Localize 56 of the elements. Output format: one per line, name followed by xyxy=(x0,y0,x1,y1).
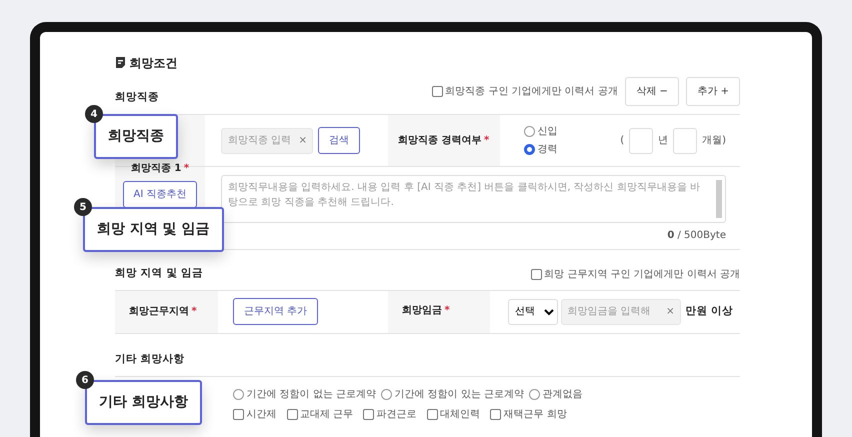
radio-button[interactable] xyxy=(524,126,535,138)
required-mark: * xyxy=(192,305,197,320)
field-label: 희망직종 경력여부 xyxy=(398,134,482,148)
checkbox-label: 대체인력 xyxy=(440,408,480,422)
section-heading: 희망직종 xyxy=(115,90,159,106)
checkbox-label: 파견근로 xyxy=(376,408,417,422)
years-field[interactable] xyxy=(629,128,654,154)
wage-select[interactable]: 선택 xyxy=(508,298,558,325)
required-mark: * xyxy=(444,304,450,318)
checkbox[interactable] xyxy=(286,408,298,420)
section-heading: 희망 지역 및 임금 xyxy=(115,266,203,281)
checkbox[interactable] xyxy=(490,408,502,420)
field-label: 희망근무지역 xyxy=(129,305,189,320)
radio-button[interactable] xyxy=(233,388,244,400)
checkbox[interactable] xyxy=(432,86,443,97)
checkbox[interactable] xyxy=(233,408,244,420)
radio-label: 신입 xyxy=(538,125,558,140)
byte-counter: 0 / 500Byte xyxy=(666,229,726,243)
checkbox-label: 재택근무 희망 xyxy=(504,408,567,422)
step-badge: 4 xyxy=(85,105,103,123)
radio-button[interactable] xyxy=(529,388,540,400)
field-label: 희망직종 1 xyxy=(130,162,182,176)
checkbox[interactable] xyxy=(530,268,542,280)
radio-button[interactable] xyxy=(524,144,535,155)
step-badge: 5 xyxy=(74,198,92,216)
ai-recommend-button[interactable]: AI 직종추천 xyxy=(122,181,198,208)
checkbox-label: 교대제 근무 xyxy=(300,408,354,422)
step-badge: 6 xyxy=(76,371,94,389)
unit-label: 년 xyxy=(658,134,668,148)
parenthesis: ( xyxy=(620,134,624,148)
radio-label: 기간에 정함이 없는 근로계약 xyxy=(246,388,376,402)
clear-icon[interactable]: × xyxy=(298,132,307,148)
scrollbar xyxy=(716,180,722,218)
radio-button[interactable] xyxy=(381,388,392,400)
checkbox[interactable] xyxy=(363,408,374,420)
checkbox-label: 희망 근무지역 구인 기업에게만 이력서 공개 xyxy=(544,268,740,282)
checkbox[interactable] xyxy=(426,408,438,420)
checkbox-label: 시간제 xyxy=(246,408,276,422)
search-button[interactable]: 검색 xyxy=(318,127,360,154)
months-field[interactable] xyxy=(673,128,698,154)
radio-label: 관계없음 xyxy=(542,388,583,402)
field-label: 희망임금 xyxy=(402,304,442,318)
required-mark: * xyxy=(184,162,190,176)
radio-label: 경력 xyxy=(538,142,558,157)
unit-label: 만원 이상 xyxy=(686,304,734,319)
add-region-button[interactable]: 근무지역 추가 xyxy=(233,298,318,326)
section-heading: 기타 희망사항 xyxy=(115,352,185,365)
delete-button[interactable]: 삭제 − xyxy=(625,77,679,106)
section-title: 희망조건 xyxy=(130,55,178,72)
add-button[interactable]: 추가 + xyxy=(686,77,740,106)
document-icon xyxy=(115,56,127,70)
unit-label: 개월) xyxy=(702,134,726,148)
radio-label: 기간에 정함이 있는 근로계약 xyxy=(394,388,524,402)
checkbox-label: 희망직종 구인 기업에게만 이력서 공개 xyxy=(445,85,618,99)
clear-icon[interactable]: × xyxy=(666,304,674,319)
required-mark: * xyxy=(484,134,490,148)
